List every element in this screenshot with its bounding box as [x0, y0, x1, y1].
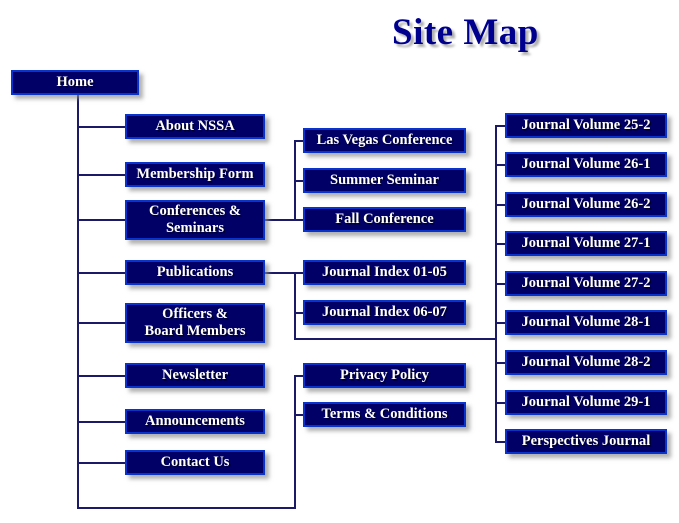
connector-legal-spine	[294, 375, 296, 509]
node-contact-us[interactable]: Contact Us	[125, 450, 265, 475]
node-officers-board-members[interactable]: Officers & Board Members	[125, 303, 265, 343]
node-perspectives-journal[interactable]: Perspectives Journal	[505, 429, 667, 454]
node-journal-volume-29-1[interactable]: Journal Volume 29-1	[505, 390, 667, 415]
connector-home-trunk	[77, 94, 79, 509]
connector-stub-officers	[77, 322, 126, 324]
connector-stub-publications	[77, 272, 126, 274]
connector-publications-spine	[294, 272, 296, 340]
connector-stub-contact	[77, 462, 126, 464]
connector-stub-conferences	[77, 219, 126, 221]
node-announcements[interactable]: Announcements	[125, 409, 265, 434]
node-journal-volume-26-2[interactable]: Journal Volume 26-2	[505, 192, 667, 217]
node-journal-index-01-05[interactable]: Journal Index 01-05	[303, 260, 466, 285]
site-map-diagram: Site Map Home About NSSA Membership Form…	[0, 0, 679, 523]
node-las-vegas-conference[interactable]: Las Vegas Conference	[303, 128, 466, 153]
connector-bottom-rail	[77, 507, 296, 509]
node-newsletter[interactable]: Newsletter	[125, 363, 265, 388]
node-journal-volume-28-1[interactable]: Journal Volume 28-1	[505, 310, 667, 335]
node-about-nssa[interactable]: About NSSA	[125, 114, 265, 139]
node-summer-seminar[interactable]: Summer Seminar	[303, 168, 466, 193]
node-conferences-seminars[interactable]: Conferences & Seminars	[125, 200, 265, 240]
connector-publications-out	[265, 272, 296, 274]
connector-publications-to-journals	[294, 338, 497, 340]
node-journal-volume-27-2[interactable]: Journal Volume 27-2	[505, 271, 667, 296]
node-journal-volume-28-2[interactable]: Journal Volume 28-2	[505, 350, 667, 375]
connector-stub-announcements	[77, 421, 126, 423]
node-journal-volume-27-1[interactable]: Journal Volume 27-1	[505, 231, 667, 256]
connector-stub-membership	[77, 174, 126, 176]
node-home[interactable]: Home	[11, 70, 139, 95]
node-journal-volume-25-2[interactable]: Journal Volume 25-2	[505, 113, 667, 138]
node-publications[interactable]: Publications	[125, 260, 265, 285]
node-journal-volume-26-1[interactable]: Journal Volume 26-1	[505, 152, 667, 177]
node-terms-conditions[interactable]: Terms & Conditions	[303, 402, 466, 427]
node-privacy-policy[interactable]: Privacy Policy	[303, 363, 466, 388]
connector-stub-about	[77, 126, 126, 128]
node-fall-conference[interactable]: Fall Conference	[303, 207, 466, 232]
connector-conferences-out	[265, 219, 296, 221]
node-journal-index-06-07[interactable]: Journal Index 06-07	[303, 300, 466, 325]
connector-stub-newsletter	[77, 375, 126, 377]
page-title: Site Map	[392, 12, 539, 53]
node-membership-form[interactable]: Membership Form	[125, 162, 265, 187]
